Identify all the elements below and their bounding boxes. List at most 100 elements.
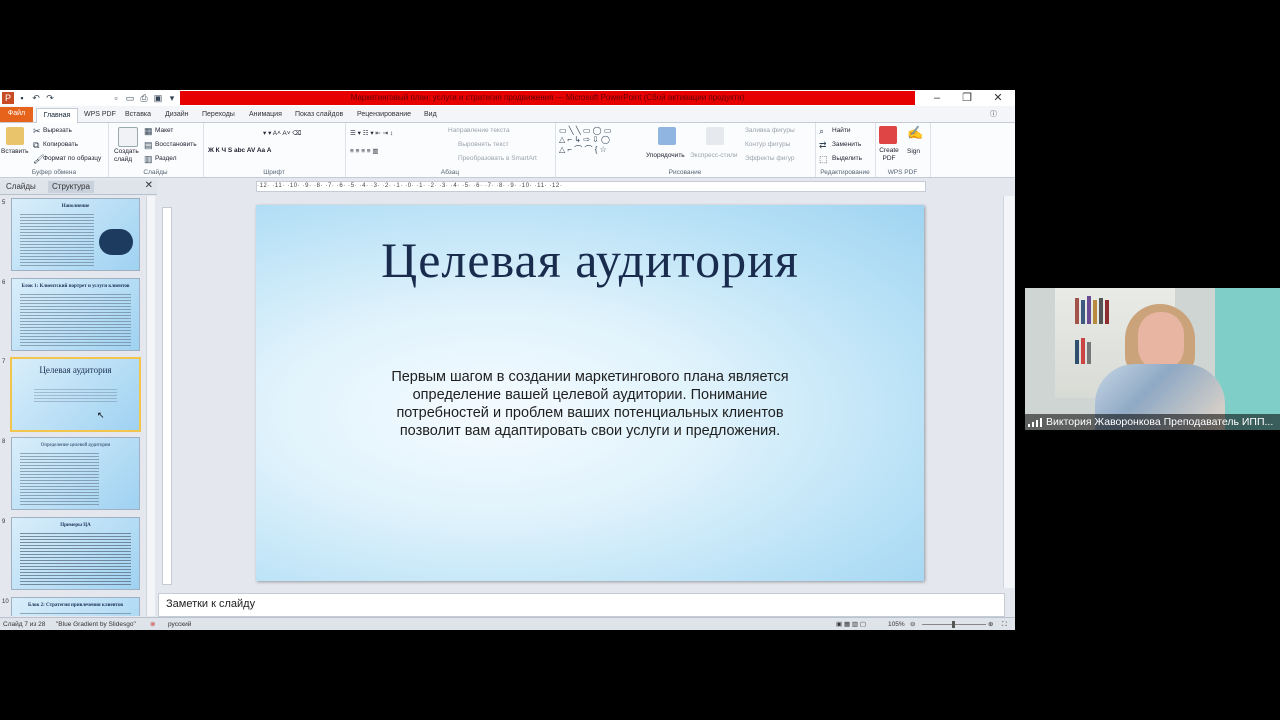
section-button[interactable]: Раздел bbox=[155, 155, 176, 162]
tab-home[interactable]: Главная bbox=[36, 108, 78, 123]
shape-outline-button[interactable]: Контур фигуры bbox=[745, 141, 790, 148]
editor-scrollbar[interactable] bbox=[1003, 196, 1014, 588]
tab-animation[interactable]: Анимация bbox=[249, 108, 282, 122]
align-buttons[interactable]: ≡ ≡ ≡ ≡ ▥ bbox=[350, 147, 379, 155]
slide-body-text[interactable]: Первым шагом в создании маркетингового п… bbox=[366, 368, 814, 440]
group-label-slides: Слайды bbox=[143, 169, 168, 176]
group-paragraph: ☰ ▾ ☷ ▾ ⇤ ⇥ ↕ ≡ ≡ ≡ ≡ ▥ Направление текс… bbox=[345, 123, 556, 177]
create-pdf-icon[interactable] bbox=[879, 126, 897, 144]
open-icon[interactable]: ▭ bbox=[124, 92, 136, 104]
zoom-slider-thumb[interactable] bbox=[952, 621, 955, 628]
restore-button[interactable]: ❐ bbox=[952, 90, 982, 106]
qat-more-icon[interactable]: ▾ bbox=[166, 92, 178, 104]
vertical-ruler bbox=[162, 207, 172, 585]
zoom-level[interactable]: 105% bbox=[888, 619, 905, 630]
status-bar: Слайд 7 из 28 "Blue Gradient by Slidesgo… bbox=[0, 617, 1015, 630]
group-label-paragraph: Абзац bbox=[440, 169, 460, 176]
webcam-video-tile: Виктория Жаворонкова Преподаватель ИПП..… bbox=[1025, 288, 1280, 430]
arrange-icon[interactable] bbox=[658, 127, 676, 145]
sign-button[interactable]: Sign bbox=[907, 148, 920, 155]
reset-button[interactable]: Восстановить bbox=[155, 141, 197, 148]
tab-design[interactable]: Дизайн bbox=[165, 108, 189, 122]
smartart-button[interactable]: Преобразовать в SmartArt bbox=[458, 155, 537, 162]
tab-insert[interactable]: Вставка bbox=[125, 108, 151, 122]
powerpoint-window: P ▪ ↶ ↷ ▫ ▭ ⎙ ▣ ▾ Маркетинговый план: ус… bbox=[0, 90, 1015, 630]
mouse-cursor-icon: ↖ bbox=[97, 410, 105, 420]
slide-thumbnail[interactable]: Блок 2: Стратегия привлечения клиентов bbox=[11, 597, 140, 616]
zoom-out-icon[interactable]: ⊖ bbox=[910, 619, 915, 630]
quick-styles-button[interactable]: Экспресс-стили bbox=[690, 152, 738, 159]
tab-review[interactable]: Рецензирование bbox=[357, 108, 411, 122]
language-indicator[interactable]: русский bbox=[168, 619, 191, 630]
close-pane-icon[interactable]: ✕ bbox=[145, 180, 153, 191]
create-pdf-button[interactable]: Create PDF bbox=[877, 147, 901, 163]
slide-pane-tabs: Слайды Структура ✕ bbox=[0, 180, 157, 195]
replace-button[interactable]: Заменить bbox=[832, 141, 861, 148]
ribbon-tabs: Файл Главная WPS PDF Вставка Дизайн Пере… bbox=[0, 106, 1015, 123]
arrange-button[interactable]: Упорядочить bbox=[646, 152, 685, 159]
font-size-controls[interactable]: ▾ ▾ A˄ A˅ ⌫ bbox=[263, 129, 302, 137]
undo-icon[interactable]: ↶ bbox=[30, 92, 42, 104]
cut-button[interactable]: Вырезать bbox=[43, 127, 72, 134]
paste-icon[interactable] bbox=[6, 127, 24, 145]
zoom-in-icon[interactable]: ⊕ bbox=[988, 619, 993, 630]
monitor-icon[interactable]: ▣ bbox=[152, 92, 164, 104]
thumbnails-scrollbar[interactable] bbox=[146, 196, 155, 616]
slide-thumbnail[interactable]: Наполнение bbox=[11, 198, 140, 271]
save-icon[interactable]: ▪ bbox=[16, 92, 28, 104]
group-label-editing: Редактирование bbox=[820, 169, 870, 176]
slide-thumbnail[interactable]: Блок 1: Клиентский портрет и услуги клие… bbox=[11, 278, 140, 351]
thumb-title: Определение целевой аудитории bbox=[40, 443, 111, 448]
sign-icon[interactable]: ✍ bbox=[907, 126, 923, 139]
shapes-gallery[interactable]: ▭ ╲ ╲ ▭ ◯ ▭ △ ⌐ ↳ ⇨ ⇩ ◯ △ ⌐ ⌒ ⌒ { ☆ bbox=[559, 126, 611, 155]
close-button[interactable]: ✕ bbox=[983, 90, 1013, 106]
redo-icon[interactable]: ↷ bbox=[44, 92, 56, 104]
tab-view[interactable]: Вид bbox=[424, 108, 437, 122]
layout-button[interactable]: Макет bbox=[155, 127, 173, 134]
new-slide-icon[interactable] bbox=[118, 127, 138, 147]
align-text-button[interactable]: Выровнять текст bbox=[458, 141, 509, 148]
view-buttons[interactable]: ▣ ▦ ▥ ▢ bbox=[836, 619, 866, 630]
slide-canvas[interactable]: Целевая аудитория Первым шагом в создани… bbox=[256, 205, 924, 581]
group-drawing: ▭ ╲ ╲ ▭ ◯ ▭ △ ⌐ ↳ ⇨ ⇩ ◯ △ ⌐ ⌒ ⌒ { ☆ Упоряд… bbox=[555, 123, 816, 177]
text-direction-button[interactable]: Направление текста bbox=[448, 127, 510, 134]
thumb-number: 8 bbox=[2, 439, 6, 445]
copy-button[interactable]: Копировать bbox=[43, 141, 78, 148]
thumb-number: 6 bbox=[2, 280, 6, 286]
tab-slideshow[interactable]: Показ слайдов bbox=[295, 108, 343, 122]
theme-name: "Blue Gradient by Slidesgo" bbox=[56, 621, 136, 628]
thumb-graphic bbox=[99, 229, 133, 255]
new-slide-button[interactable]: Создать слайд bbox=[114, 148, 139, 164]
format-painter-button[interactable]: Формат по образцу bbox=[43, 155, 101, 162]
slide-thumbnail[interactable]: Примеры ЦА bbox=[11, 517, 140, 590]
minimize-button[interactable]: – bbox=[922, 90, 952, 106]
thumb-number: 10 bbox=[2, 599, 9, 605]
group-wps-pdf: Create PDF ✍ Sign WPS PDF bbox=[875, 123, 931, 177]
title-bar: P ▪ ↶ ↷ ▫ ▭ ⎙ ▣ ▾ Маркетинговый план: ус… bbox=[0, 90, 1015, 106]
find-button[interactable]: Найти bbox=[832, 127, 851, 134]
paste-button[interactable]: Вставить bbox=[1, 148, 29, 155]
horizontal-ruler: ·12· ·11· ·10· ·9· ·8· ·7· ·6· ·5· ·4· ·… bbox=[256, 181, 926, 192]
copy-icon: ⧉ bbox=[33, 140, 40, 150]
notes-pane[interactable]: Заметки к слайду bbox=[158, 593, 1005, 617]
print-icon[interactable]: ⎙ bbox=[138, 92, 150, 104]
tab-wps-pdf[interactable]: WPS PDF bbox=[84, 108, 116, 122]
slide-thumbnail-selected[interactable]: Целевая аудитория ↖ bbox=[10, 357, 141, 432]
quick-styles-icon[interactable] bbox=[706, 127, 724, 145]
spellcheck-icon[interactable]: ⊗ bbox=[150, 619, 155, 630]
tab-outline-pane[interactable]: Структура bbox=[48, 181, 94, 193]
tab-slides-pane[interactable]: Слайды bbox=[2, 181, 40, 193]
new-doc-icon[interactable]: ▫ bbox=[110, 92, 122, 104]
tab-transitions[interactable]: Переходы bbox=[202, 108, 235, 122]
shape-fill-button[interactable]: Заливка фигуры bbox=[745, 127, 795, 134]
select-button[interactable]: Выделить bbox=[832, 155, 862, 162]
shape-effects-button[interactable]: Эффекты фигур bbox=[745, 155, 795, 162]
fit-window-icon[interactable]: ⛶ bbox=[1002, 619, 1007, 630]
list-buttons[interactable]: ☰ ▾ ☷ ▾ ⇤ ⇥ ↕ bbox=[350, 129, 393, 137]
slide-title[interactable]: Целевая аудитория bbox=[256, 231, 924, 289]
slide-thumbnail[interactable]: Определение целевой аудитории bbox=[11, 437, 140, 510]
section-icon: ▥ bbox=[144, 154, 153, 164]
font-format-buttons[interactable]: Ж К Ч S abc AV Aa A bbox=[208, 147, 271, 154]
help-icon[interactable]: ⓘ bbox=[990, 108, 997, 122]
tab-file[interactable]: Файл bbox=[0, 107, 33, 122]
